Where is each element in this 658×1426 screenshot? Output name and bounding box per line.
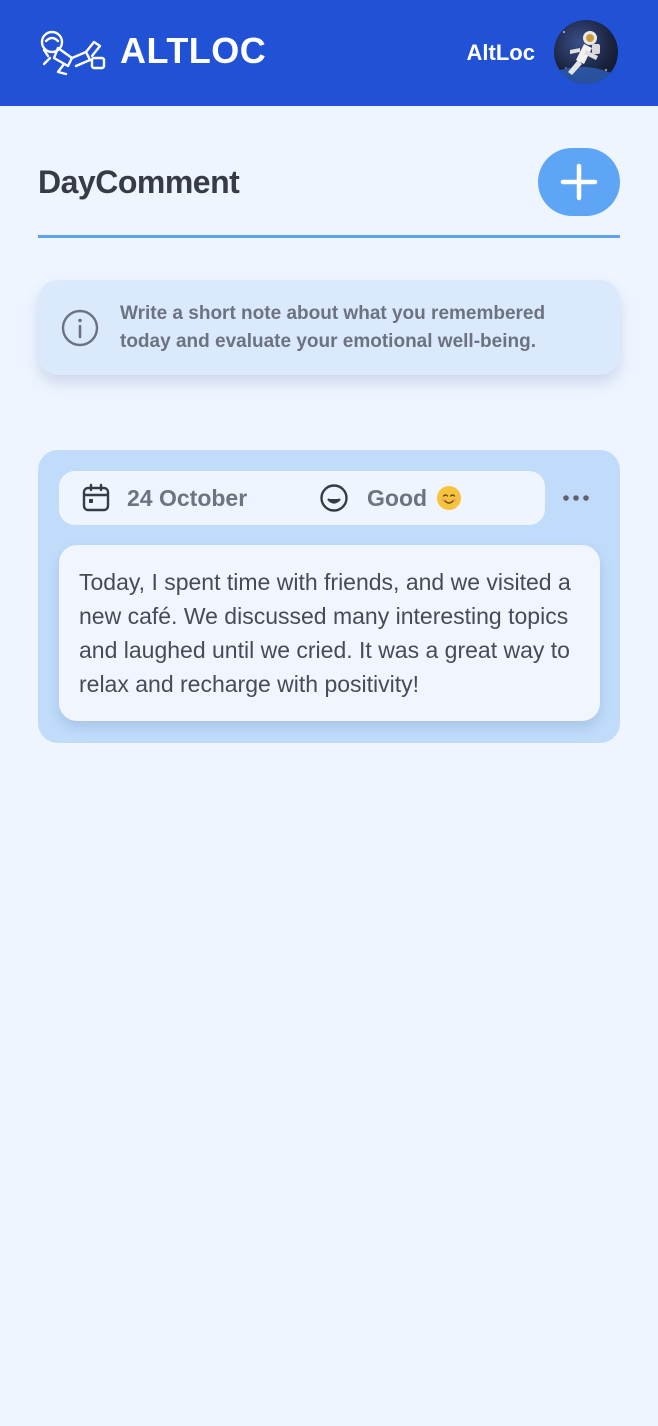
- info-circle-icon: [61, 309, 99, 347]
- username: AltLoc: [466, 40, 535, 65]
- entry-mood: Good: [367, 485, 428, 511]
- smiling-face-emoji: [437, 486, 461, 510]
- entry-date: 24 October: [127, 485, 248, 511]
- page-header: DayComment: [38, 146, 620, 238]
- more-horizontal-icon: [563, 495, 589, 501]
- info-banner: Write a short note about what you rememb…: [38, 280, 620, 375]
- brand-name[interactable]: ALTLOC: [120, 30, 266, 72]
- page-title: DayComment: [38, 164, 240, 200]
- entry-note[interactable]: Today, I spent time with friends, and we…: [59, 545, 600, 721]
- calendar-icon: [82, 483, 110, 512]
- avatar[interactable]: [554, 20, 618, 84]
- day-entry-card: 24 October Good Today, I spent time with…: [38, 450, 620, 743]
- app-header: ALTLOC AltLoc: [0, 0, 658, 106]
- add-entry-button[interactable]: [538, 148, 620, 216]
- entry-options-button[interactable]: [558, 480, 594, 516]
- astronaut-logo-icon[interactable]: [38, 28, 108, 76]
- info-text: Write a short note about what you rememb…: [120, 303, 546, 352]
- entry-meta: 24 October Good: [59, 471, 545, 525]
- plus-icon: [560, 163, 598, 201]
- entry-note-text: Today, I spent time with friends, and we…: [79, 569, 571, 697]
- smile-icon: [320, 484, 348, 512]
